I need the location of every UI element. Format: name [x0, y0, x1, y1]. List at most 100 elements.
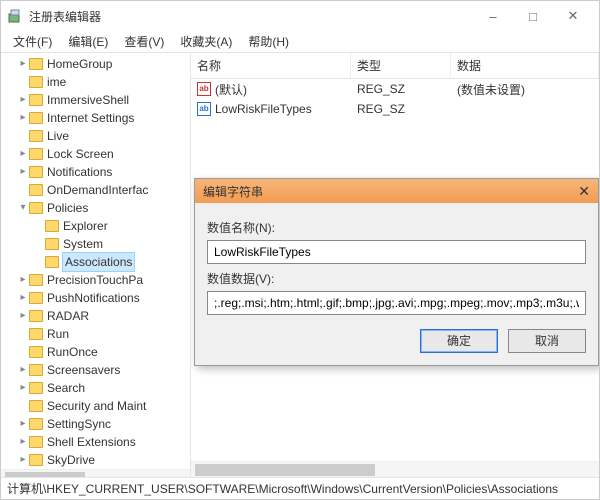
cancel-button[interactable]: 取消: [508, 329, 586, 353]
tree-item[interactable]: Screensavers: [47, 361, 120, 379]
tree-item[interactable]: Notifications: [47, 163, 112, 181]
expand-icon[interactable]: ▸: [17, 109, 29, 127]
value-data-label: 数值数据(V):: [207, 270, 586, 287]
expand-icon[interactable]: ▸: [17, 91, 29, 109]
expand-icon[interactable]: ▸: [17, 271, 29, 289]
folder-icon: [29, 346, 43, 358]
folder-icon: [29, 364, 43, 376]
tree-pane[interactable]: ▸ HomeGroup ime ▸ ImmersiveShell ▸ Internet…: [1, 53, 191, 477]
folder-icon: [45, 220, 59, 232]
folder-icon: [29, 130, 43, 142]
value-data-input[interactable]: [207, 291, 586, 315]
menubar: 文件(F) 编辑(E) 查看(V) 收藏夹(A) 帮助(H): [1, 31, 599, 53]
titlebar[interactable]: 注册表编辑器 – □ ✕: [1, 1, 599, 31]
ok-button[interactable]: 确定: [420, 329, 498, 353]
tree-item[interactable]: SkyDrive: [47, 451, 95, 469]
folder-icon: [29, 274, 43, 286]
folder-icon: [29, 148, 43, 160]
tree-item-associations[interactable]: Associations: [62, 252, 135, 272]
string-value-icon: ab: [197, 102, 211, 116]
value-row[interactable]: ab (默认) REG_SZ (数值未设置): [191, 79, 599, 99]
tree-hscrollbar[interactable]: [1, 469, 190, 477]
folder-icon: [29, 184, 43, 196]
folder-icon: [29, 94, 43, 106]
tree-item[interactable]: Lock Screen: [47, 145, 114, 163]
expand-icon[interactable]: ▸: [17, 307, 29, 325]
string-value-icon: ab: [197, 82, 211, 96]
value-name: (默认): [215, 81, 247, 98]
expand-icon[interactable]: ▸: [17, 289, 29, 307]
folder-icon: [29, 400, 43, 412]
maximize-button[interactable]: □: [513, 2, 553, 30]
tree-item[interactable]: PrecisionTouchPa: [47, 271, 143, 289]
tree-item[interactable]: ImmersiveShell: [47, 91, 129, 109]
tree-item[interactable]: Search: [47, 379, 85, 397]
menu-file[interactable]: 文件(F): [5, 31, 60, 52]
menu-edit[interactable]: 编辑(E): [60, 31, 116, 52]
dialog-title: 编辑字符串: [203, 183, 578, 200]
tree-item[interactable]: Internet Settings: [47, 109, 134, 127]
folder-icon: [29, 202, 43, 214]
menu-help[interactable]: 帮助(H): [240, 31, 297, 52]
folder-icon: [29, 328, 43, 340]
dialog-titlebar[interactable]: 编辑字符串 ✕: [195, 179, 598, 203]
tree-item[interactable]: Security and Maint: [47, 397, 146, 415]
col-name[interactable]: 名称: [191, 53, 351, 78]
col-data[interactable]: 数据: [451, 53, 599, 78]
tree-item[interactable]: ime: [47, 73, 66, 91]
folder-icon: [29, 292, 43, 304]
expand-icon[interactable]: ▸: [17, 415, 29, 433]
folder-icon: [29, 382, 43, 394]
tree-item[interactable]: SettingSync: [47, 415, 111, 433]
regedit-window: 注册表编辑器 – □ ✕ 文件(F) 编辑(E) 查看(V) 收藏夹(A) 帮助…: [0, 0, 600, 500]
folder-icon: [45, 238, 59, 250]
tree-item[interactable]: HomeGroup: [47, 55, 112, 73]
value-type: REG_SZ: [351, 102, 451, 116]
expand-icon[interactable]: ▸: [17, 361, 29, 379]
app-icon: [7, 8, 23, 24]
value-type: REG_SZ: [351, 82, 451, 96]
folder-icon: [29, 166, 43, 178]
minimize-button[interactable]: –: [473, 2, 513, 30]
dialog-close-button[interactable]: ✕: [578, 183, 590, 200]
folder-icon: [29, 436, 43, 448]
menu-favorites[interactable]: 收藏夹(A): [172, 31, 240, 52]
expand-icon[interactable]: ▸: [17, 163, 29, 181]
folder-icon: [29, 76, 43, 88]
folder-icon: [45, 256, 59, 268]
tree-item[interactable]: Shell Extensions: [47, 433, 136, 451]
values-hscrollbar[interactable]: [191, 461, 599, 477]
folder-icon: [29, 58, 43, 70]
tree-item[interactable]: System: [63, 235, 103, 253]
folder-icon: [29, 418, 43, 430]
tree-item[interactable]: OnDemandInterfac: [47, 181, 148, 199]
window-title: 注册表编辑器: [29, 8, 473, 25]
value-data: (数值未设置): [451, 81, 531, 98]
expand-icon[interactable]: ▸: [17, 451, 29, 469]
tree-item[interactable]: RunOnce: [47, 343, 98, 361]
expand-icon[interactable]: ▸: [17, 433, 29, 451]
expand-icon[interactable]: ▸: [17, 55, 29, 73]
edit-string-dialog: 编辑字符串 ✕ 数值名称(N): 数值数据(V): 确定 取消: [194, 178, 599, 366]
col-type[interactable]: 类型: [351, 53, 451, 78]
tree-item[interactable]: PushNotifications: [47, 289, 140, 307]
folder-icon: [29, 310, 43, 322]
collapse-icon[interactable]: ▾: [17, 199, 29, 217]
value-name: LowRiskFileTypes: [215, 102, 312, 116]
menu-view[interactable]: 查看(V): [116, 31, 172, 52]
statusbar: 计算机\HKEY_CURRENT_USER\SOFTWARE\Microsoft…: [1, 477, 599, 499]
folder-icon: [29, 112, 43, 124]
tree-item[interactable]: Explorer: [63, 217, 108, 235]
value-name-label: 数值名称(N):: [207, 219, 586, 236]
tree-item[interactable]: Run: [47, 325, 69, 343]
expand-icon[interactable]: ▸: [17, 145, 29, 163]
folder-icon: [29, 454, 43, 466]
value-name-input[interactable]: [207, 240, 586, 264]
tree-item-policies[interactable]: Policies: [47, 199, 88, 217]
tree-item[interactable]: RADAR: [47, 307, 89, 325]
expand-icon[interactable]: ▸: [17, 379, 29, 397]
tree-item[interactable]: Live: [47, 127, 69, 145]
list-header[interactable]: 名称 类型 数据: [191, 53, 599, 79]
value-row[interactable]: ab LowRiskFileTypes REG_SZ: [191, 99, 599, 119]
close-button[interactable]: ✕: [553, 2, 593, 30]
